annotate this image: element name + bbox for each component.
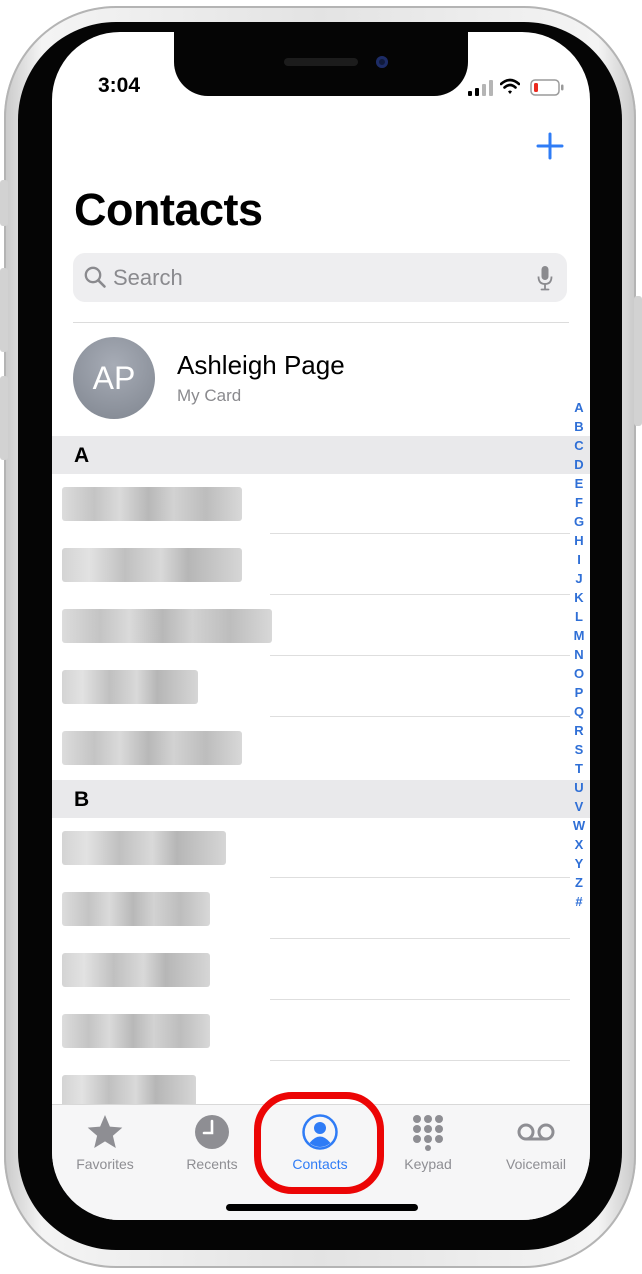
- add-contact-button[interactable]: [532, 128, 568, 164]
- index-letter[interactable]: G: [570, 512, 588, 531]
- tab-keypad[interactable]: Keypad: [378, 1105, 478, 1185]
- divider: [73, 322, 569, 323]
- wifi-icon: [500, 78, 520, 94]
- clock-icon: [195, 1115, 229, 1149]
- index-letter[interactable]: P: [570, 683, 588, 702]
- blurred-contact-name: [62, 487, 242, 521]
- row-divider: [270, 716, 570, 717]
- tab-voicemail[interactable]: Voicemail: [486, 1105, 586, 1185]
- index-letter[interactable]: N: [570, 645, 588, 664]
- contact-row[interactable]: [52, 940, 572, 1000]
- highlight-circle-annotation: [254, 1092, 384, 1194]
- index-letter[interactable]: H: [570, 531, 588, 550]
- avatar: AP: [73, 337, 155, 419]
- voicemail-icon: [517, 1123, 555, 1141]
- row-divider: [270, 655, 570, 656]
- my-card-row[interactable]: AP Ashleigh Page My Card: [52, 332, 572, 432]
- contact-row[interactable]: [52, 718, 572, 778]
- keypad-icon: [413, 1115, 443, 1151]
- home-indicator[interactable]: [226, 1204, 418, 1211]
- index-letter[interactable]: D: [570, 455, 588, 474]
- blurred-contact-name: [62, 731, 242, 765]
- volume-up-button: [0, 268, 8, 352]
- row-divider: [270, 1060, 570, 1061]
- section-header-b: B: [52, 780, 590, 818]
- row-divider: [270, 938, 570, 939]
- index-letter[interactable]: O: [570, 664, 588, 683]
- index-letter[interactable]: L: [570, 607, 588, 626]
- contact-row[interactable]: [52, 879, 572, 939]
- status-time: 3:04: [98, 74, 141, 97]
- section-label: B: [74, 788, 90, 811]
- index-letter[interactable]: R: [570, 721, 588, 740]
- search-icon: [84, 266, 106, 288]
- page-title: Contacts: [74, 184, 263, 235]
- blurred-contact-name: [62, 831, 226, 865]
- index-letter[interactable]: U: [570, 778, 588, 797]
- row-divider: [270, 533, 570, 534]
- blurred-contact-name: [62, 548, 242, 582]
- index-letter[interactable]: J: [570, 569, 588, 588]
- row-divider: [270, 877, 570, 878]
- index-letter[interactable]: M: [570, 626, 588, 645]
- search-bar[interactable]: [73, 253, 567, 302]
- blurred-contact-name: [62, 1014, 210, 1048]
- cellular-signal-icon: [468, 80, 493, 96]
- star-icon: [87, 1115, 123, 1148]
- index-letter[interactable]: W: [570, 816, 588, 835]
- index-letter[interactable]: #: [570, 892, 588, 911]
- phone-screen: 3:04 Contacts AP Ashleigh Page: [52, 32, 590, 1220]
- notch: [174, 32, 468, 96]
- blurred-contact-name: [62, 670, 198, 704]
- index-letter[interactable]: Y: [570, 854, 588, 873]
- row-divider: [270, 594, 570, 595]
- index-letter[interactable]: S: [570, 740, 588, 759]
- silent-switch: [0, 180, 8, 226]
- blurred-contact-name: [62, 892, 210, 926]
- microphone-icon[interactable]: [537, 265, 553, 291]
- index-letter[interactable]: T: [570, 759, 588, 778]
- index-letter[interactable]: V: [570, 797, 588, 816]
- index-letter[interactable]: A: [570, 398, 588, 417]
- side-button: [634, 296, 642, 426]
- blurred-contact-name: [62, 609, 272, 643]
- alphabet-index[interactable]: A B C D E F G H I J K L M N O P Q R S T …: [570, 398, 588, 911]
- tab-favorites[interactable]: Favorites: [55, 1105, 155, 1185]
- index-letter[interactable]: X: [570, 835, 588, 854]
- my-card-subtitle: My Card: [177, 386, 242, 405]
- tab-recents[interactable]: Recents: [162, 1105, 262, 1185]
- section-label: A: [74, 444, 90, 467]
- index-letter[interactable]: C: [570, 436, 588, 455]
- volume-down-button: [0, 376, 8, 460]
- contact-row[interactable]: [52, 474, 572, 534]
- blurred-contact-name: [62, 953, 210, 987]
- tab-label: Voicemail: [506, 1156, 566, 1172]
- battery-low-icon: [530, 79, 564, 96]
- contact-row[interactable]: [52, 596, 572, 656]
- contact-row[interactable]: [52, 657, 572, 717]
- index-letter[interactable]: Z: [570, 873, 588, 892]
- index-letter[interactable]: Q: [570, 702, 588, 721]
- index-letter[interactable]: F: [570, 493, 588, 512]
- index-letter[interactable]: I: [570, 550, 588, 569]
- row-divider: [270, 999, 570, 1000]
- contact-row[interactable]: [52, 1001, 572, 1061]
- contact-row[interactable]: [52, 535, 572, 595]
- tab-label: Favorites: [76, 1156, 134, 1172]
- tab-label: Keypad: [404, 1156, 452, 1172]
- section-header-a: A: [52, 436, 590, 474]
- tab-label: Recents: [186, 1156, 238, 1172]
- my-card-name: Ashleigh Page: [177, 350, 345, 380]
- index-letter[interactable]: K: [570, 588, 588, 607]
- index-letter[interactable]: E: [570, 474, 588, 493]
- contact-row[interactable]: [52, 818, 572, 878]
- index-letter[interactable]: B: [570, 417, 588, 436]
- search-input[interactable]: [113, 263, 513, 292]
